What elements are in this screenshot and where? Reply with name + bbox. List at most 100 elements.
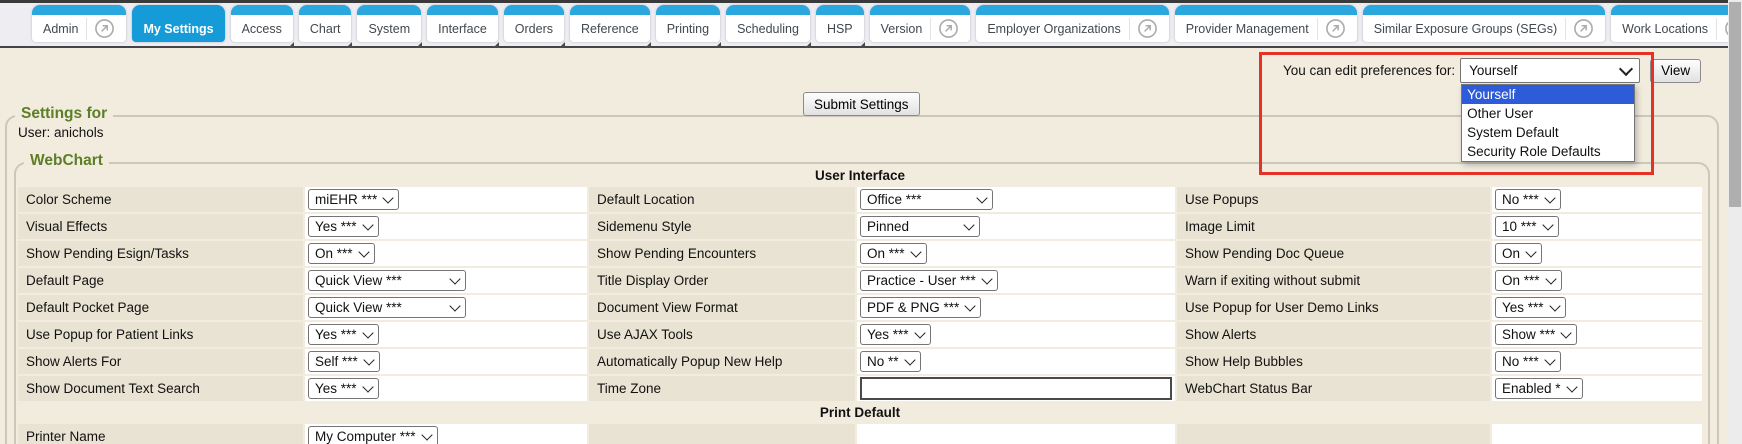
sidemenu-style-select[interactable]: Pinned <box>860 216 980 237</box>
tab-my-settings[interactable]: My Settings <box>132 5 224 42</box>
dropdown-caret-icon <box>416 42 422 48</box>
show-alerts-select[interactable]: Show *** <box>1495 324 1577 345</box>
setting-label-warn-if-exiting-without-submit: Warn if exiting without submit <box>1177 268 1490 293</box>
select-value: PDF & PNG *** <box>867 300 959 315</box>
show-document-text-search-select[interactable]: Yes *** <box>308 378 379 399</box>
use-popups-select[interactable]: No *** <box>1495 189 1561 210</box>
setting-label-use-popup-for-user-demo-links: Use Popup for User Demo Links <box>1177 295 1490 320</box>
setting-label-time-zone: Time Zone <box>589 376 855 401</box>
tab-system[interactable]: System <box>357 5 421 42</box>
document-view-format-select[interactable]: PDF & PNG *** <box>860 297 981 318</box>
select-value: On *** <box>1502 273 1540 288</box>
tab-admin[interactable]: Admin <box>32 5 126 42</box>
vertical-scrollbar[interactable] <box>1728 0 1742 444</box>
time-zone-input[interactable] <box>860 377 1172 400</box>
tab-provider-management[interactable]: Provider Management <box>1175 5 1357 42</box>
use-popup-for-patient-links-select[interactable]: Yes *** <box>308 324 379 345</box>
tab-label: Printing <box>667 22 709 36</box>
setting-value-cell <box>1492 424 1702 444</box>
select-value: On *** <box>867 246 905 261</box>
color-scheme-select[interactable]: miEHR *** <box>308 189 399 210</box>
tab-interface[interactable]: Interface <box>427 5 498 42</box>
show-help-bubbles-select[interactable]: No *** <box>1495 351 1561 372</box>
title-display-order-select[interactable]: Practice - User *** <box>860 270 998 291</box>
tab-similar-exposure-groups-segs[interactable]: Similar Exposure Groups (SEGs) <box>1363 5 1605 42</box>
tab-printing[interactable]: Printing <box>656 5 720 42</box>
default-page-select[interactable]: Quick View *** <box>308 270 466 291</box>
select-value: No *** <box>1502 354 1539 369</box>
view-button[interactable]: View <box>1650 59 1701 83</box>
chevron-down-icon <box>1544 192 1555 203</box>
dropdown-caret-icon <box>715 42 721 48</box>
option-system-default[interactable]: System Default <box>1462 123 1634 142</box>
setting-value-cell: On <box>1492 241 1702 266</box>
show-pending-doc-queue-select[interactable]: On <box>1495 243 1542 264</box>
scrollbar-thumb[interactable] <box>1729 2 1741 207</box>
automatically-popup-new-help-select[interactable]: No ** <box>860 351 921 372</box>
chevron-down-icon <box>981 273 992 284</box>
select-value: Yes *** <box>315 219 357 234</box>
dropdown-caret-icon <box>493 42 499 48</box>
external-link-icon[interactable] <box>930 18 959 40</box>
chevron-down-icon <box>362 327 373 338</box>
webchart-status-bar-select[interactable]: Enabled * <box>1495 378 1583 399</box>
chevron-down-icon <box>910 246 921 257</box>
setting-value-cell: My Computer *** <box>305 424 587 444</box>
external-link-icon[interactable] <box>86 18 115 40</box>
webchart-settings-page: AdminMy SettingsAccessChartSystemInterfa… <box>0 0 1742 444</box>
default-location-select[interactable]: Office *** <box>860 189 993 210</box>
chevron-down-icon <box>1545 273 1556 284</box>
setting-value-cell: No *** <box>1492 349 1702 374</box>
chevron-down-icon <box>976 192 987 203</box>
tab-label: Scheduling <box>737 22 799 36</box>
settings-row: Show Pending Esign/TasksOn ***Show Pendi… <box>18 241 1702 266</box>
printer-name-select[interactable]: My Computer *** <box>308 426 438 444</box>
option-yourself[interactable]: Yourself <box>1462 85 1634 104</box>
tab-work-locations[interactable]: Work Locations <box>1611 5 1742 42</box>
dropdown-caret-icon <box>559 42 565 48</box>
option-security-role-defaults[interactable]: Security Role Defaults <box>1462 142 1634 161</box>
chevron-down-icon <box>965 300 976 311</box>
show-pending-esign-tasks-select[interactable]: On *** <box>308 243 375 264</box>
user-line: User: anichols <box>18 125 104 140</box>
chevron-down-icon <box>362 219 373 230</box>
chevron-down-icon <box>362 381 373 392</box>
select-value: Quick View *** <box>315 273 402 288</box>
tab-hsp[interactable]: HSP <box>816 5 864 42</box>
tab-chart[interactable]: Chart <box>299 5 352 42</box>
tab-access[interactable]: Access <box>231 5 293 42</box>
setting-label-show-alerts-for: Show Alerts For <box>18 349 303 374</box>
warn-if-exiting-without-submit-select[interactable]: On *** <box>1495 270 1562 291</box>
setting-label-default-location: Default Location <box>589 187 855 212</box>
use-ajax-tools-select[interactable]: Yes *** <box>860 324 931 345</box>
section-header-print-default: Print Default <box>18 403 1702 422</box>
section-header-user-interface: User Interface <box>18 166 1702 185</box>
tab-orders[interactable]: Orders <box>504 5 564 42</box>
setting-value-cell: Enabled * <box>1492 376 1702 401</box>
setting-label-show-document-text-search: Show Document Text Search <box>18 376 303 401</box>
show-alerts-for-select[interactable]: Self *** <box>308 351 380 372</box>
external-link-icon[interactable] <box>1317 18 1346 40</box>
external-link-icon[interactable] <box>1129 18 1158 40</box>
edit-preferences-select[interactable]: Yourself YourselfOther UserSystem Defaul… <box>1460 58 1640 83</box>
chevron-down-icon <box>1544 354 1555 365</box>
external-link-icon[interactable] <box>1565 18 1594 40</box>
edit-preferences-dropdown-list: YourselfOther UserSystem DefaultSecurity… <box>1461 84 1635 162</box>
tab-label: Similar Exposure Groups (SEGs) <box>1374 22 1557 36</box>
tab-reference[interactable]: Reference <box>570 5 650 42</box>
tab-employer-organizations[interactable]: Employer Organizations <box>976 5 1168 42</box>
select-value: Yes *** <box>315 381 357 396</box>
image-limit-select[interactable]: 10 *** <box>1495 216 1559 237</box>
visual-effects-select[interactable]: Yes *** <box>308 216 379 237</box>
select-value: No ** <box>867 354 899 369</box>
settings-row: Show Document Text Search Yes *** Time Zon… <box>18 376 1702 401</box>
default-pocket-page-select[interactable]: Quick View *** <box>308 297 466 318</box>
submit-settings-button[interactable]: Submit Settings <box>803 92 920 116</box>
chevron-down-icon <box>449 300 460 311</box>
tab-version[interactable]: Version <box>870 5 971 42</box>
tab-scheduling[interactable]: Scheduling <box>726 5 810 42</box>
use-popup-for-user-demo-links-select[interactable]: Yes *** <box>1495 297 1566 318</box>
option-other-user[interactable]: Other User <box>1462 104 1634 123</box>
setting-label-show-alerts: Show Alerts <box>1177 322 1490 347</box>
show-pending-encounters-select[interactable]: On *** <box>860 243 927 264</box>
